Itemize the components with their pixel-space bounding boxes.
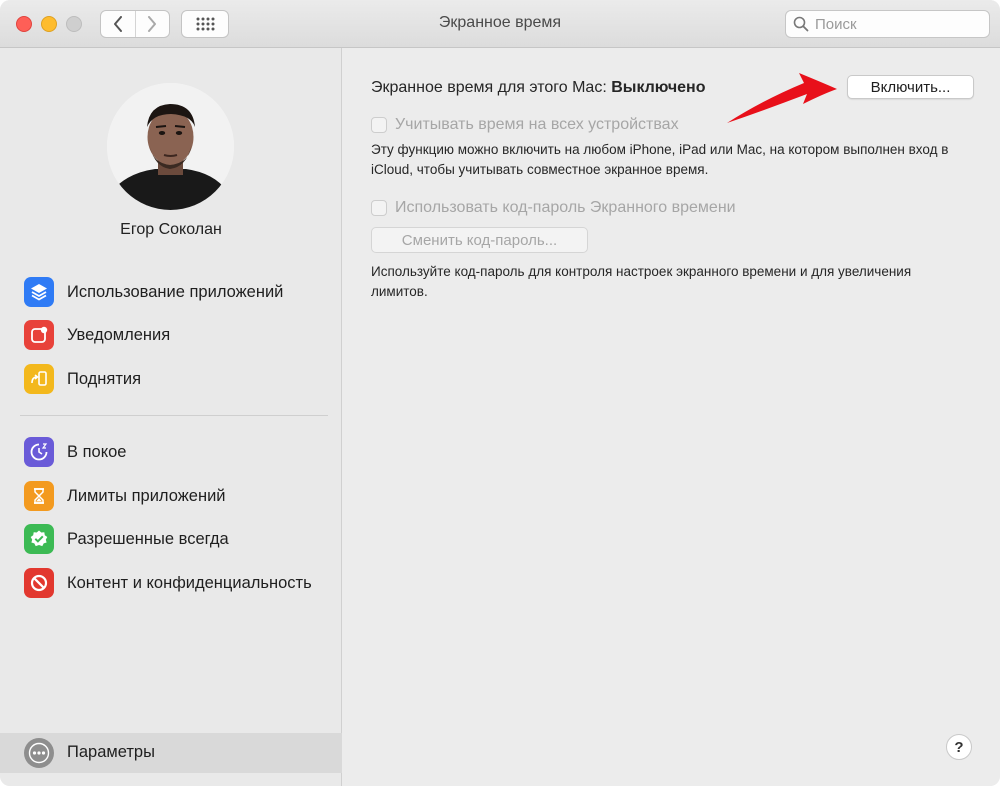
status-value: Выключено	[611, 79, 706, 96]
checkmark-badge-icon	[24, 524, 54, 554]
sidebar-divider	[20, 415, 328, 416]
sidebar-item-label: Лимиты приложений	[67, 486, 226, 505]
checkbox-label: Учитывать время на всех устройствах	[395, 116, 679, 133]
sidebar-item-label: Уведомления	[67, 325, 171, 344]
passcode-description: Используйте код-пароль для контроля наст…	[371, 264, 912, 299]
sidebar-item-options[interactable]: Параметры	[0, 733, 342, 773]
sidebar-item-label: Параметры	[67, 743, 155, 761]
downtime-icon	[24, 437, 54, 467]
pickup-icon	[24, 364, 54, 394]
search-field[interactable]	[785, 10, 990, 38]
sidebar-item-app-usage[interactable]: Использование приложений	[0, 272, 342, 312]
share-description: Эту функцию можно включить на любом iPho…	[371, 142, 949, 177]
notification-icon	[24, 320, 54, 350]
sidebar-item-content-privacy[interactable]: Контент и конфиденциальность	[0, 563, 342, 603]
sidebar-item-label: Использование приложений	[67, 282, 284, 301]
sidebar-item-app-limits[interactable]: Лимиты приложений	[0, 476, 342, 516]
status-label: Экранное время для этого Mac:	[371, 79, 607, 96]
sidebar-item-label: Поднятия	[67, 369, 142, 388]
user-photo	[107, 83, 234, 210]
restriction-icon	[24, 568, 54, 598]
annotation-arrow-icon	[727, 73, 837, 123]
share-across-devices-checkbox[interactable]: Учитывать время на всех устройствах	[371, 116, 679, 134]
main-pane: Экранное время для этого Mac: Выключено …	[343, 48, 1000, 786]
use-passcode-checkbox[interactable]: Использовать код-пароль Экранного времен…	[371, 199, 736, 217]
checkbox-box[interactable]	[371, 117, 387, 133]
change-passcode-button[interactable]: Сменить код-пароль...	[371, 227, 588, 253]
layers-icon	[24, 277, 54, 307]
help-button[interactable]: ?	[946, 734, 972, 760]
sidebar-item-downtime[interactable]: В покое	[0, 432, 342, 472]
sidebar-item-always-allowed[interactable]: Разрешенные всегда	[0, 519, 342, 559]
screen-time-status: Экранное время для этого Mac: Выключено	[371, 79, 705, 97]
user-name: Егор Соколан	[120, 221, 222, 238]
title-bar: Экранное время	[0, 0, 1000, 48]
hourglass-icon	[24, 481, 54, 511]
sidebar-item-label: В покое	[67, 442, 127, 461]
sidebar-item-notifications[interactable]: Уведомления	[0, 315, 342, 355]
checkbox-label: Использовать код-пароль Экранного времен…	[395, 199, 736, 216]
sidebar-item-label: Контент и конфиденциальность	[67, 573, 312, 592]
system-preferences-window: Экранное время Егор Соколан	[0, 0, 1000, 786]
user-avatar[interactable]	[107, 83, 234, 210]
sidebar-item-pickups[interactable]: Поднятия	[0, 359, 342, 399]
search-icon	[793, 16, 809, 32]
sidebar: Егор Соколан Использование приложений Ув…	[0, 48, 342, 786]
more-icon	[24, 738, 54, 768]
search-input[interactable]	[815, 15, 985, 33]
sidebar-item-label: Разрешенные всегда	[67, 529, 229, 548]
checkbox-box[interactable]	[371, 200, 387, 216]
enable-screen-time-button[interactable]: Включить...	[847, 75, 974, 99]
